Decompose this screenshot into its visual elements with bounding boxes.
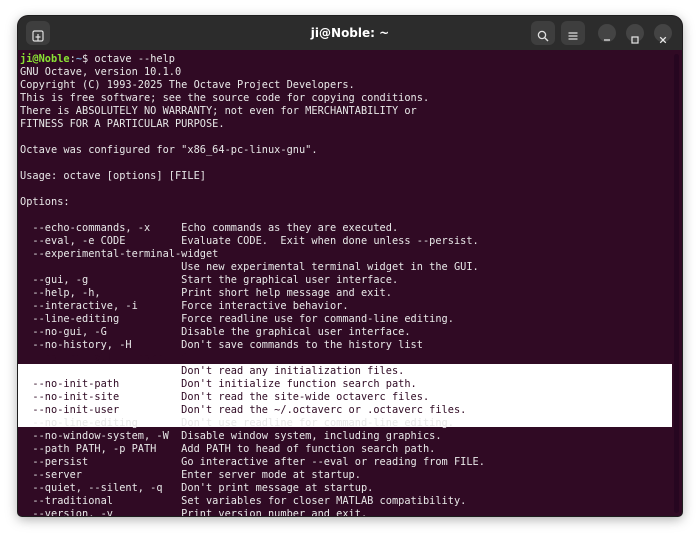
output-line: --interactive, -i Force interactive beha… xyxy=(20,300,349,312)
output-line: --quiet, --silent, -q Don't print messag… xyxy=(20,482,374,494)
minimize-icon xyxy=(603,29,611,41)
search-button[interactable] xyxy=(531,21,555,45)
output-line: --traditional Set variables for closer M… xyxy=(20,495,467,507)
terminal-window: ji@Noble: ~ ji@Noble:~$ octave --help GN… xyxy=(18,16,682,516)
output-line: GNU Octave, version 10.1.0 xyxy=(20,66,182,78)
maximize-icon xyxy=(631,29,639,44)
output-line: --no-window-system, -W Disable window sy… xyxy=(20,430,442,442)
output-line: Octave was configured for "x86_64-pc-lin… xyxy=(20,144,318,156)
search-icon xyxy=(537,27,549,42)
output-line: --server Enter server mode at startup. xyxy=(20,469,361,481)
output-line: --no-history, -H Don't save commands to … xyxy=(20,339,423,351)
output-line: There is ABSOLUTELY NO WARRANTY; not eve… xyxy=(20,105,417,117)
output-line: Use new experimental terminal widget in … xyxy=(20,261,479,273)
output-line: --line-editing Force readline use for co… xyxy=(20,313,454,325)
maximize-button[interactable] xyxy=(626,24,644,44)
title-bar[interactable]: ji@Noble: ~ xyxy=(18,16,682,50)
prompt-line: ji@Noble:~$ octave --help xyxy=(20,53,175,66)
menu-button[interactable] xyxy=(561,21,585,45)
output-line: --experimental-terminal-widget xyxy=(20,248,219,260)
output-line: This is free software; see the source co… xyxy=(20,92,430,104)
output-line: --gui, -g Start the graphical user inter… xyxy=(20,274,399,286)
prompt-user-host: ji@Noble xyxy=(20,53,70,65)
output-line-selected: --no-init-user Don't read the ~/.octaver… xyxy=(20,404,467,416)
output-line: Usage: octave [options] [FILE] xyxy=(20,170,206,182)
scrollbar[interactable] xyxy=(674,54,679,513)
output-line: --version, -v Print version number and e… xyxy=(20,508,368,516)
close-icon xyxy=(659,29,667,44)
terminal-output[interactable]: ji@Noble:~$ octave --help GNU Octave, ve… xyxy=(18,53,672,516)
output-line-selected: --no-init-site Don't read the site-wide … xyxy=(20,391,430,403)
output-line: --persist Go interactive after --eval or… xyxy=(20,456,485,468)
output-line: Copyright (C) 1993-2025 The Octave Proje… xyxy=(20,79,355,91)
prompt-command: octave --help xyxy=(88,53,176,65)
output-line-selected: --no-init-path Don't initialize function… xyxy=(20,378,417,390)
output-line: --no-line-editing Don't use readline for… xyxy=(20,417,454,429)
output-line: --no-gui, -G Disable the graphical user … xyxy=(20,326,411,338)
output-line: --echo-commands, -x Echo commands as the… xyxy=(20,222,399,234)
output-line: Options: xyxy=(20,196,70,208)
output-line: --help, -h, Print short help message and… xyxy=(20,287,392,299)
output-line-selected: --no-init-all, --norc, -f xyxy=(20,352,188,364)
close-button[interactable] xyxy=(654,24,672,44)
minimize-button[interactable] xyxy=(598,24,616,42)
output-line: FITNESS FOR A PARTICULAR PURPOSE. xyxy=(20,118,225,130)
hamburger-menu-icon xyxy=(567,27,579,40)
output-line: --eval, -e CODE Evaluate CODE. Exit when… xyxy=(20,235,479,247)
output-line-selected: Don't read any initialization files. xyxy=(20,365,405,377)
output-line: --path PATH, -p PATH Add PATH to head of… xyxy=(20,443,436,455)
